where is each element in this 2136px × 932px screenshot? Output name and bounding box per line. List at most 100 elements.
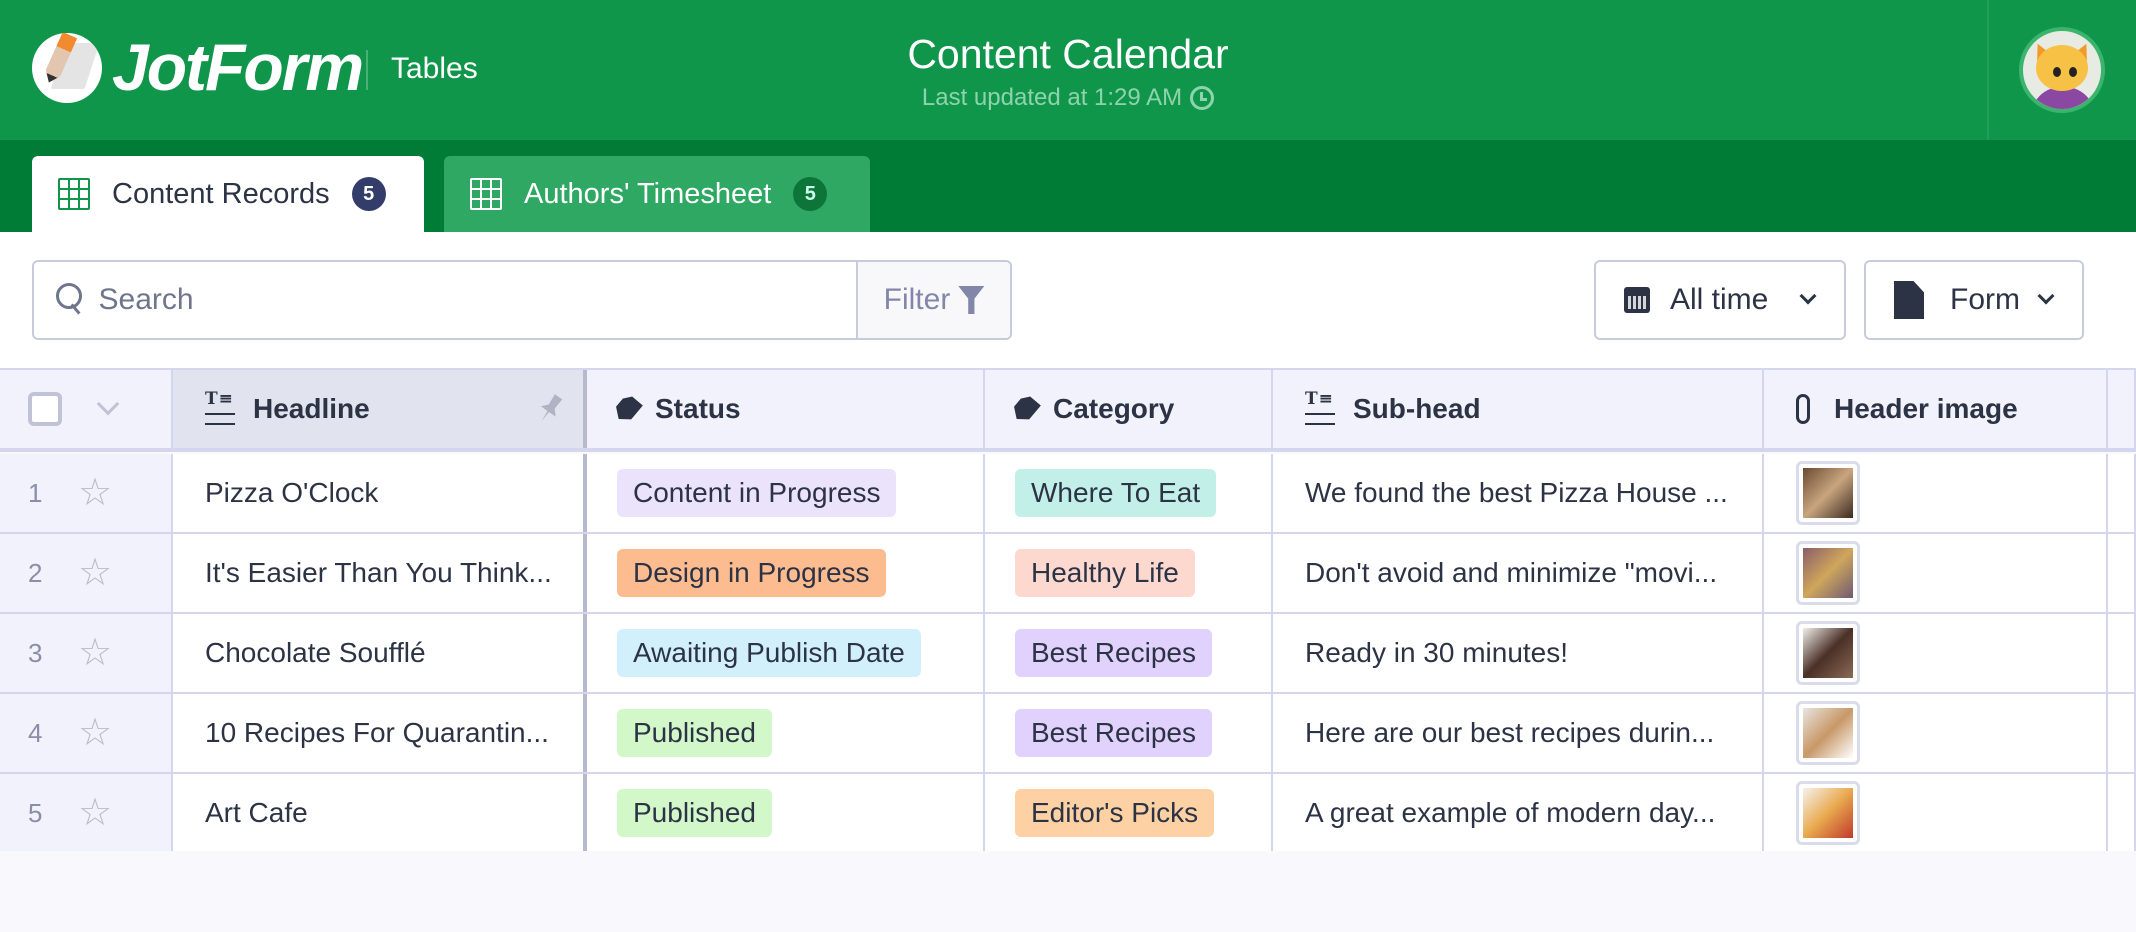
column-header-category[interactable]: Category [985, 370, 1273, 448]
headline-cell[interactable]: Art Cafe [173, 774, 587, 852]
header-image-cell[interactable] [1764, 694, 2108, 772]
column-header-subhead[interactable]: Sub-head [1273, 370, 1764, 448]
row-index-cell: 1 ☆ [0, 454, 173, 532]
star-icon[interactable]: ☆ [78, 794, 112, 832]
column-header-extra[interactable] [2108, 370, 2136, 448]
row-number: 5 [28, 797, 43, 828]
extra-cell [2108, 694, 2136, 772]
pin-icon[interactable] [534, 392, 566, 427]
subhead-cell[interactable]: Here are our best recipes durin... [1273, 694, 1764, 772]
image-thumbnail[interactable] [1796, 701, 1860, 765]
status-badge: Awaiting Publish Date [617, 629, 921, 677]
header-image-cell[interactable] [1764, 614, 2108, 692]
row-index-cell: 5 ☆ [0, 774, 173, 852]
category-cell[interactable]: Where To Eat [985, 454, 1273, 532]
category-cell[interactable]: Best Recipes [985, 694, 1273, 772]
select-all-checkbox[interactable] [28, 392, 62, 426]
status-badge: Published [617, 789, 772, 837]
star-icon[interactable]: ☆ [78, 554, 112, 592]
tab-label: Authors' Timesheet [524, 177, 772, 210]
status-cell[interactable]: Design in Progress [587, 534, 985, 612]
status-cell[interactable]: Published [587, 774, 985, 852]
page-title[interactable]: Content Calendar [0, 28, 2136, 80]
status-cell[interactable]: Published [587, 694, 985, 772]
thumbnail-image [1803, 548, 1853, 598]
status-badge: Design in Progress [617, 549, 886, 597]
table-row[interactable]: 5 ☆ Art Cafe Published Editor's Picks A … [0, 774, 2136, 854]
category-badge: Healthy Life [1015, 549, 1195, 597]
search-field[interactable] [34, 262, 856, 338]
subhead-cell[interactable]: We found the best Pizza House ... [1273, 454, 1764, 532]
chevron-down-icon [2037, 287, 2055, 305]
category-badge: Best Recipes [1015, 629, 1212, 677]
last-updated-text: Last updated at 1:29 AM [921, 84, 1183, 111]
tab-content-records[interactable]: Content Records 5 [32, 156, 424, 232]
search-box: Filter [32, 260, 1012, 340]
image-thumbnail[interactable] [1796, 621, 1860, 685]
subhead-text: Here are our best recipes durin... [1305, 717, 1715, 748]
toolbar: Filter All time Form [0, 232, 2136, 368]
headline-text: It's Easier Than You Think... [205, 557, 552, 588]
tag-icon [611, 393, 643, 426]
status-badge: Published [617, 709, 772, 757]
subhead-cell[interactable]: Ready in 30 minutes! [1273, 614, 1764, 692]
search-icon [56, 283, 83, 317]
image-thumbnail[interactable] [1796, 781, 1860, 845]
extra-cell [2108, 454, 2136, 532]
headline-cell[interactable]: It's Easier Than You Think... [173, 534, 587, 612]
headline-text: 10 Recipes For Quarantin... [205, 717, 549, 748]
table-row[interactable]: 2 ☆ It's Easier Than You Think... Design… [0, 534, 2136, 614]
header-image-cell[interactable] [1764, 774, 2108, 852]
calendar-icon [1624, 287, 1650, 313]
headline-cell[interactable]: Chocolate Soufflé [173, 614, 587, 692]
status-badge: Content in Progress [617, 469, 897, 517]
column-header-status[interactable]: Status [587, 370, 985, 448]
image-thumbnail[interactable] [1796, 541, 1860, 605]
category-cell[interactable]: Best Recipes [985, 614, 1273, 692]
star-icon[interactable]: ☆ [78, 634, 112, 672]
text-field-icon [205, 389, 237, 425]
headline-cell[interactable]: Pizza O'Clock [173, 454, 587, 532]
category-cell[interactable]: Editor's Picks [985, 774, 1273, 852]
category-badge: Best Recipes [1015, 709, 1212, 757]
subhead-cell[interactable]: Don't avoid and minimize "movi... [1273, 534, 1764, 612]
chevron-down-icon[interactable] [96, 392, 120, 416]
filter-button[interactable]: Filter [856, 262, 1010, 338]
table-icon [470, 178, 502, 210]
time-range-dropdown[interactable]: All time [1594, 260, 1846, 340]
image-thumbnail[interactable] [1796, 461, 1860, 525]
table-row[interactable]: 3 ☆ Chocolate Soufflé Awaiting Publish D… [0, 614, 2136, 694]
tab-authors-timesheet[interactable]: Authors' Timesheet 5 [444, 156, 870, 232]
table-header-row: Headline Status Category Sub-head Header… [0, 370, 2136, 452]
title-block: Content Calendar Last updated at 1:29 AM [0, 28, 2136, 112]
extra-cell [2108, 534, 2136, 612]
filter-label: Filter [883, 283, 951, 316]
header-image-cell[interactable] [1764, 454, 2108, 532]
table-icon [58, 178, 90, 210]
table-row[interactable]: 1 ☆ Pizza O'Clock Content in Progress Wh… [0, 454, 2136, 534]
thumbnail-image [1803, 708, 1853, 758]
form-dropdown[interactable]: Form [1864, 260, 2084, 340]
table-row[interactable]: 4 ☆ 10 Recipes For Quarantin... Publishe… [0, 694, 2136, 774]
row-index-cell: 3 ☆ [0, 614, 173, 692]
subhead-cell[interactable]: A great example of modern day... [1273, 774, 1764, 852]
category-cell[interactable]: Healthy Life [985, 534, 1273, 612]
column-header-headline[interactable]: Headline [173, 370, 587, 448]
subhead-text: A great example of modern day... [1305, 797, 1716, 828]
extra-cell [2108, 774, 2136, 852]
status-cell[interactable]: Content in Progress [587, 454, 985, 532]
search-input[interactable] [98, 283, 856, 317]
status-cell[interactable]: Awaiting Publish Date [587, 614, 985, 692]
column-label: Headline [253, 393, 370, 424]
header-image-cell[interactable] [1764, 534, 2108, 612]
time-range-value: All time [1670, 283, 1769, 316]
column-header-header-image[interactable]: Header image [1764, 370, 2108, 448]
records-table: Headline Status Category Sub-head Header… [0, 368, 2136, 932]
clock-icon [1190, 86, 1215, 110]
star-icon[interactable]: ☆ [78, 474, 112, 512]
headline-cell[interactable]: 10 Recipes For Quarantin... [173, 694, 587, 772]
user-avatar[interactable] [2019, 27, 2105, 113]
subhead-text: We found the best Pizza House ... [1305, 477, 1728, 508]
tag-icon [1009, 393, 1041, 426]
star-icon[interactable]: ☆ [78, 714, 112, 752]
